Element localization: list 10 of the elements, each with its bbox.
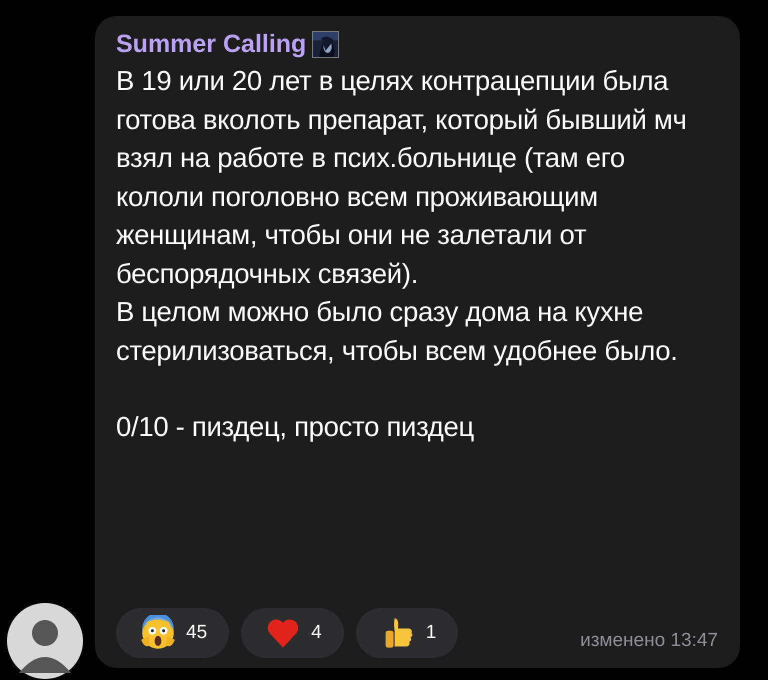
avatar-icon[interactable]: [7, 603, 83, 679]
message-text: 0/10 - пиздец, просто пиздец: [116, 410, 475, 444]
message-text: В целом можно было сразу дома на кухне стерилизоваться, чтобы всем удобнее было.: [116, 295, 679, 368]
message-text: В 19 или 20 лет в целях контрацепции была готова вколоть препарат, который бывший мч взял на работе в псих.больнице (там его кололи поголовно всем проживающим женщинам, чтобы они не залетали от беспорядочных связей).: [116, 64, 688, 291]
edited-timestamp: изменено 13:47: [580, 630, 718, 652]
reaction-button[interactable]: 45: [116, 608, 230, 658]
reaction-button[interactable]: 4: [241, 608, 344, 658]
screaming-face-icon: [140, 615, 176, 651]
reaction-button[interactable]: 1: [356, 608, 458, 658]
sender-name[interactable]: Summer Calling: [116, 30, 306, 58]
